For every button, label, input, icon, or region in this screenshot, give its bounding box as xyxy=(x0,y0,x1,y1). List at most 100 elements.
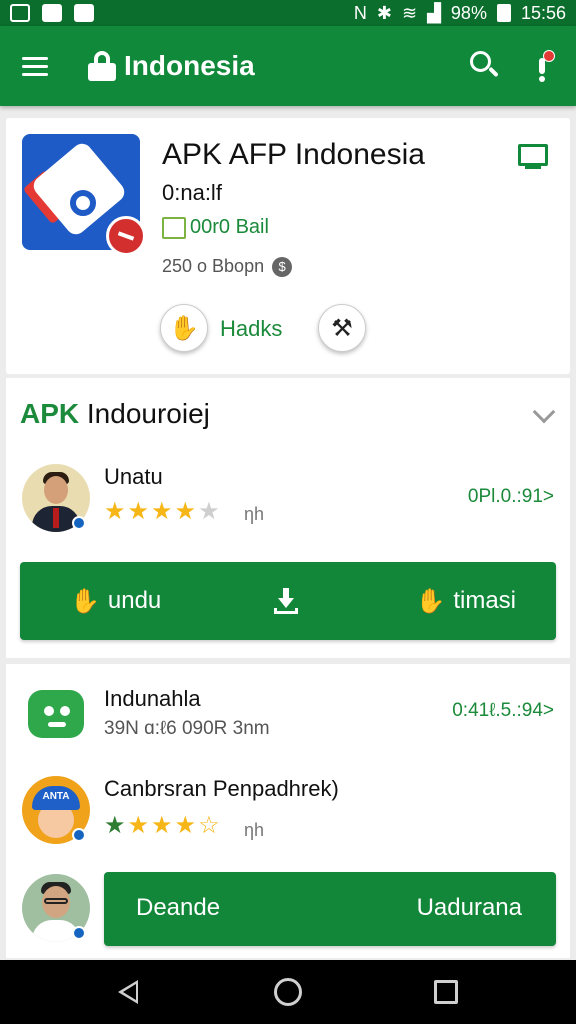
meta-text: 250 o Bbopn xyxy=(162,256,265,276)
app-name: APK AFP Indonesia xyxy=(162,138,425,171)
estimate-action-label: timasi xyxy=(453,587,516,614)
verified-icon xyxy=(72,516,86,530)
robot-mouth xyxy=(48,722,66,727)
hacks-link[interactable]: Hadks xyxy=(220,316,282,342)
star-icon: ★ xyxy=(151,812,173,839)
star-icon: ☆ xyxy=(198,812,220,839)
star-icon: ★ xyxy=(127,498,150,525)
avatar-head xyxy=(44,476,68,504)
star-icon: ★ xyxy=(104,812,126,839)
app-badge-icon xyxy=(106,216,146,256)
notification-badge xyxy=(543,50,555,62)
home-icon[interactable] xyxy=(274,978,302,1006)
download-arrow xyxy=(278,598,294,608)
category-label: 00r0 Bail xyxy=(190,216,269,238)
star-icon: ★ xyxy=(174,498,197,525)
info-icon[interactable]: $ xyxy=(272,256,293,277)
list-item-link[interactable]: 0:41ℓ.5.:94> xyxy=(452,700,554,722)
list-item-sub: 39N ɑ:ℓ6 090R 3nm xyxy=(104,718,270,739)
category-icon xyxy=(162,216,186,239)
status-icons-left xyxy=(10,4,94,22)
hamburger-icon xyxy=(22,56,48,60)
star-icon: ★ xyxy=(127,812,150,839)
battery-percent: 98% xyxy=(450,2,487,23)
chevron-down-icon[interactable] xyxy=(532,400,556,424)
download-action-label: undu xyxy=(107,587,162,614)
rating-tail: ηh xyxy=(244,820,265,840)
search-handle xyxy=(488,66,499,78)
star-icon: ★ xyxy=(104,498,126,525)
hand-icon: ✋ xyxy=(415,587,446,615)
download-icon xyxy=(274,588,298,614)
rating-tail: ηh xyxy=(244,504,265,524)
deande-button[interactable]: Deande xyxy=(136,894,220,922)
list-item-name: Canbrsran Penpadhrek) xyxy=(104,776,339,801)
lock-body xyxy=(88,63,116,81)
alert-dot xyxy=(539,76,545,82)
section-card: APK Indouroiej Unatu ★ ★ ★ ★ ★ ηh 0Pl.0.… xyxy=(6,378,570,824)
search-icon[interactable] xyxy=(470,51,500,81)
avatar[interactable] xyxy=(22,680,90,748)
hammer-icon: ⚒ xyxy=(331,314,353,342)
app-title: Indonesia xyxy=(124,50,255,81)
robot-bubble xyxy=(28,690,84,738)
hamburger-line xyxy=(22,64,48,68)
action-bar: ✋ undu ✋ timasi xyxy=(20,562,556,824)
bottom-action-bar: Deande Uadurana xyxy=(104,872,556,946)
app-bar-actions xyxy=(470,50,555,82)
notification-icon xyxy=(10,4,30,22)
bluetooth-icon: ✱ xyxy=(376,2,392,23)
rating-stars: ★ ★ ★ ★ ★ xyxy=(104,500,220,524)
hand-icon: ✋ xyxy=(70,587,100,615)
download-action[interactable]: ✋ undu xyxy=(70,587,161,616)
clock: 15:56 xyxy=(520,2,566,23)
robot-eye xyxy=(60,706,70,716)
app-bar: Indonesia xyxy=(0,26,576,106)
list-item-name: Indunahla xyxy=(104,686,201,711)
avatar-glasses xyxy=(44,898,68,904)
star-icon: ★ xyxy=(174,812,197,839)
verified-icon xyxy=(72,828,86,842)
verified-icon xyxy=(72,926,86,940)
save-action[interactable] xyxy=(274,588,298,614)
hand-icon: ✋ xyxy=(169,314,199,342)
bookmark-icon[interactable] xyxy=(518,144,548,169)
hamburger-line xyxy=(22,72,48,76)
nfc-icon: N xyxy=(353,2,367,23)
app-header-card: APK AFP Indonesia 0:na:lf 00r0 Bail 250 … xyxy=(6,118,570,374)
list-item-name: Unatu xyxy=(104,464,163,489)
section-title-rest: Indouroiej xyxy=(79,398,210,429)
notification-icon xyxy=(74,4,94,22)
app-subtitle: 0:na:lf xyxy=(162,180,222,205)
rating-stars: ★ ★ ★ ★ ☆ xyxy=(104,814,220,838)
back-icon[interactable] xyxy=(118,980,138,1004)
app-meta: 250 o Bbopn $ xyxy=(162,256,293,277)
signal-icon: ▟ xyxy=(427,2,441,23)
status-bar: N ✱ ≋ ▟ 98% 15:56 xyxy=(0,0,576,26)
download-tray xyxy=(274,608,298,614)
lock-icon xyxy=(88,51,116,81)
alert-icon[interactable] xyxy=(530,50,555,82)
list-item-link[interactable]: 0Pl.0.:91> xyxy=(468,486,554,508)
avatar-cap: ANTA xyxy=(32,786,80,810)
menu-button[interactable] xyxy=(22,46,62,86)
battery-icon xyxy=(496,4,511,22)
estimate-action[interactable]: ✋ timasi xyxy=(415,587,516,616)
star-icon: ★ xyxy=(198,498,220,525)
section-title: APK Indouroiej xyxy=(20,398,210,430)
navigation-bar xyxy=(0,960,576,1024)
star-icon: ★ xyxy=(151,498,173,525)
wifi-icon: ≋ xyxy=(401,2,418,23)
uadurana-button[interactable]: Uadurana xyxy=(417,894,522,922)
logo-eye xyxy=(70,190,96,216)
install-button[interactable]: ✋ xyxy=(160,304,208,352)
tools-button[interactable]: ⚒ xyxy=(318,304,366,352)
list-card: Indunahla 39N ɑ:ℓ6 090R 3nm 0:41ℓ.5.:94>… xyxy=(6,664,570,958)
notification-icon xyxy=(42,4,62,22)
recents-icon[interactable] xyxy=(434,980,458,1004)
app-category[interactable]: 00r0 Bail xyxy=(162,216,269,239)
section-title-prefix: APK xyxy=(20,398,80,429)
avatar-tie xyxy=(53,508,59,528)
robot-eye xyxy=(44,706,54,716)
status-icons-right: N ✱ ≋ ▟ 98% 15:56 xyxy=(354,3,566,24)
